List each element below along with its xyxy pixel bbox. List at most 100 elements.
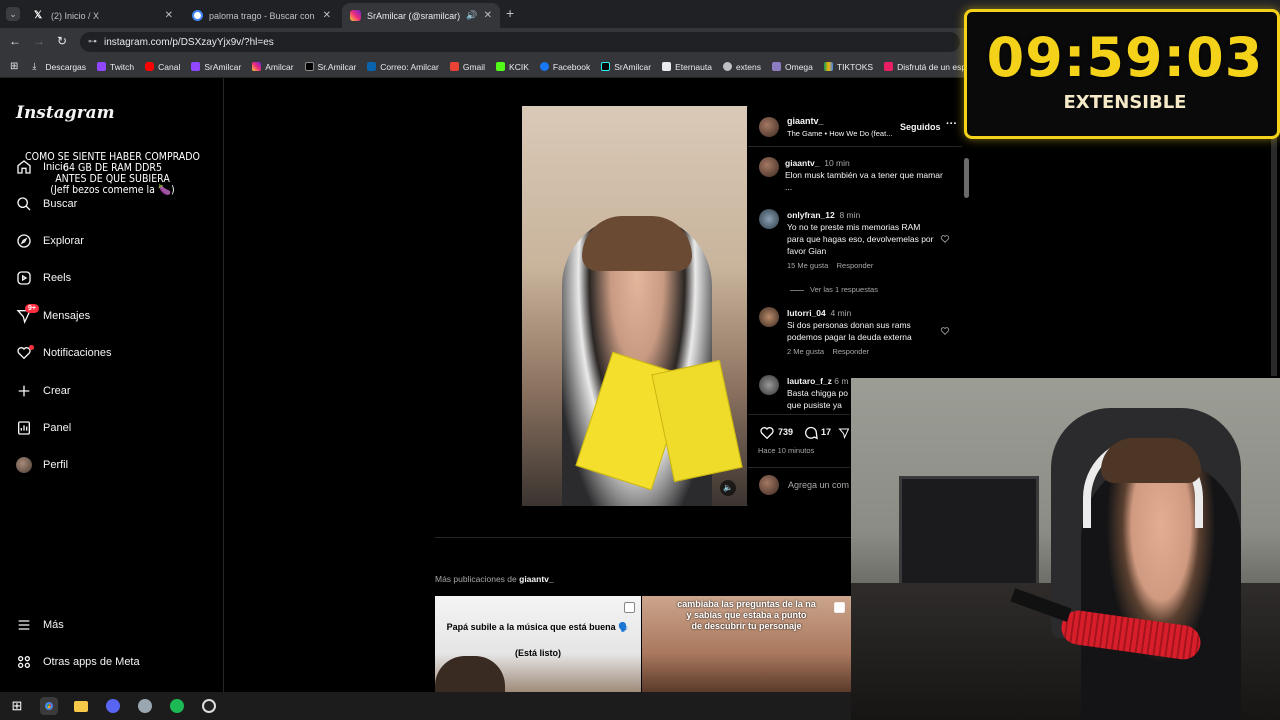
bookmark[interactable]: ⤓ Descargas xyxy=(32,62,86,72)
bookmark[interactable]: SrAmilcar xyxy=(601,62,651,72)
messages-badge: 9+ xyxy=(25,304,39,313)
avatar[interactable] xyxy=(759,307,779,327)
tab-title: SrAmilcar (@sramilcar) • Fo xyxy=(367,10,461,21)
instagram-logo[interactable]: Instagram xyxy=(16,103,115,123)
like-comment-icon[interactable] xyxy=(940,234,950,244)
meta-apps-icon xyxy=(17,656,30,668)
stream-timer-overlay: 09:59:03 EXTENSIBLE xyxy=(964,9,1280,139)
avatar[interactable] xyxy=(759,209,779,229)
twitch-icon xyxy=(191,62,201,71)
monitor xyxy=(899,476,1039,586)
comment-input[interactable]: Agrega un com xyxy=(788,480,850,490)
globe-icon xyxy=(722,62,732,71)
chrome-icon[interactable] xyxy=(40,697,58,715)
twitch-icon xyxy=(97,62,107,71)
recording-app-icon[interactable] xyxy=(200,697,218,715)
nav-mas[interactable]: Más xyxy=(16,617,64,633)
webcam-feed xyxy=(851,378,1280,720)
bookmark[interactable]: SrAmilcar xyxy=(191,62,241,72)
kick-icon xyxy=(496,62,506,71)
like-icon[interactable] xyxy=(759,425,775,441)
hair-webcam xyxy=(1101,438,1201,483)
following-button[interactable]: Seguidos xyxy=(900,122,941,132)
tab-google[interactable]: paloma trago - Buscar con Goo ✕ xyxy=(184,3,339,28)
avatar[interactable] xyxy=(759,375,779,395)
bookmark[interactable]: Eternauta xyxy=(662,62,712,72)
comment: giaantv_ 10 min Elon musk también va a t… xyxy=(785,158,943,192)
chart-icon xyxy=(18,421,30,435)
tab-search-icon[interactable]: ⌄ xyxy=(6,7,20,21)
tiktok-icon xyxy=(601,62,611,71)
bookmark[interactable]: KCIK xyxy=(496,62,529,72)
bookmark[interactable]: Twitch xyxy=(97,62,134,72)
comment: onlyfran_12 8 min Yo no te preste mis me… xyxy=(787,210,934,270)
bookmark[interactable]: Omega xyxy=(772,62,813,72)
nav-panel[interactable]: Panel xyxy=(16,420,71,436)
post-audio[interactable]: The Game • How We Do (feat... xyxy=(787,129,892,138)
bookmark[interactable]: Sr.Amilcar xyxy=(304,62,356,72)
timer-label: EXTENSIBLE xyxy=(1063,92,1187,113)
close-tab-icon[interactable]: ✕ xyxy=(323,10,331,21)
site-info-icon[interactable]: ⊶ xyxy=(88,36,97,47)
scrollbar[interactable] xyxy=(964,158,969,198)
speaker-icon: 🔊 xyxy=(466,10,478,20)
windows-start-icon[interactable]: ⊞ xyxy=(8,697,26,715)
nav-crear[interactable]: Crear xyxy=(16,383,71,399)
more-options-icon[interactable]: ··· xyxy=(946,118,957,130)
share-icon[interactable] xyxy=(838,425,850,441)
bookmark[interactable]: Correo: Amilcar xyxy=(367,62,439,72)
nav-buscar[interactable]: Buscar xyxy=(16,196,77,212)
nav-otras-apps[interactable]: Otras apps de Meta xyxy=(16,654,140,670)
post-thumbnail[interactable]: cambiaba las preguntas de la na y sabías… xyxy=(642,596,851,692)
spotify-icon[interactable] xyxy=(168,697,186,715)
obs-icon[interactable] xyxy=(104,697,122,715)
reload-icon[interactable]: ↻ xyxy=(57,34,67,48)
close-tab-icon[interactable]: ✕ xyxy=(165,10,173,21)
avatar[interactable] xyxy=(759,157,779,177)
file-explorer-icon[interactable] xyxy=(72,697,90,715)
tab-x[interactable]: 𝕏 (2) Inicio / X ✕ xyxy=(26,3,181,28)
new-tab-button[interactable]: + xyxy=(506,5,514,21)
nav-perfil[interactable]: Perfil xyxy=(16,457,68,473)
post-thumbnail[interactable]: Papá subile a la música que está buena 🗣… xyxy=(435,596,641,692)
divider xyxy=(748,146,962,147)
video-caption: COMO SE SIENTE HABER COMPRADO 64 GB DE R… xyxy=(25,151,200,196)
comment-icon[interactable] xyxy=(803,425,819,441)
apps-grid-icon[interactable]: ⊞ xyxy=(10,61,18,72)
omega-icon xyxy=(772,62,781,71)
divider xyxy=(435,537,851,538)
forward-icon[interactable]: → xyxy=(33,34,45,48)
drive-icon xyxy=(823,62,833,71)
app-icon[interactable] xyxy=(136,697,154,715)
more-posts-heading: Más publicaciones de giaantv_ xyxy=(435,574,554,584)
nav-reels[interactable]: Reels xyxy=(16,270,71,286)
like-count[interactable]: 739 xyxy=(778,427,793,437)
post-author[interactable]: giaantv_ xyxy=(787,116,824,126)
compass-icon xyxy=(17,234,31,248)
back-icon[interactable]: ← xyxy=(9,34,21,48)
nav-explorar[interactable]: Explorar xyxy=(16,233,84,249)
bookmark[interactable]: extens xyxy=(722,62,761,72)
tab-title: paloma trago - Buscar con Goo xyxy=(209,10,317,21)
avatar[interactable] xyxy=(759,117,779,137)
replies-line xyxy=(790,290,804,291)
mute-icon[interactable]: 🔈 xyxy=(720,480,736,496)
instagram-icon xyxy=(252,62,262,71)
tab-instagram[interactable]: SrAmilcar (@sramilcar) • Fo 🔊 ✕ xyxy=(342,3,500,28)
url-text: instagram.com/p/DSXzayYjx9v/?hl=es xyxy=(104,36,274,48)
comment: lutorri_04 4 min Si dos personas donan s… xyxy=(787,308,912,356)
plus-icon xyxy=(18,385,30,397)
facebook-icon xyxy=(539,62,549,71)
bookmark[interactable]: Amilcar xyxy=(252,62,294,72)
bookmark[interactable]: TIKTOKS xyxy=(823,62,873,72)
close-tab-icon[interactable]: ✕ xyxy=(484,10,492,21)
bookmark[interactable]: Canal xyxy=(145,62,180,72)
address-bar[interactable]: ⊶ instagram.com/p/DSXzayYjx9v/?hl=es xyxy=(80,32,960,52)
comment-count: 17 xyxy=(821,427,832,437)
bookmark[interactable]: Gmail xyxy=(449,62,485,72)
post-video[interactable]: 🔈 xyxy=(522,106,747,506)
view-replies-link[interactable]: Ver las 1 respuestas xyxy=(810,285,878,294)
divider xyxy=(748,467,850,468)
like-comment-icon[interactable] xyxy=(940,326,950,336)
bookmark[interactable]: Facebook xyxy=(539,62,590,72)
